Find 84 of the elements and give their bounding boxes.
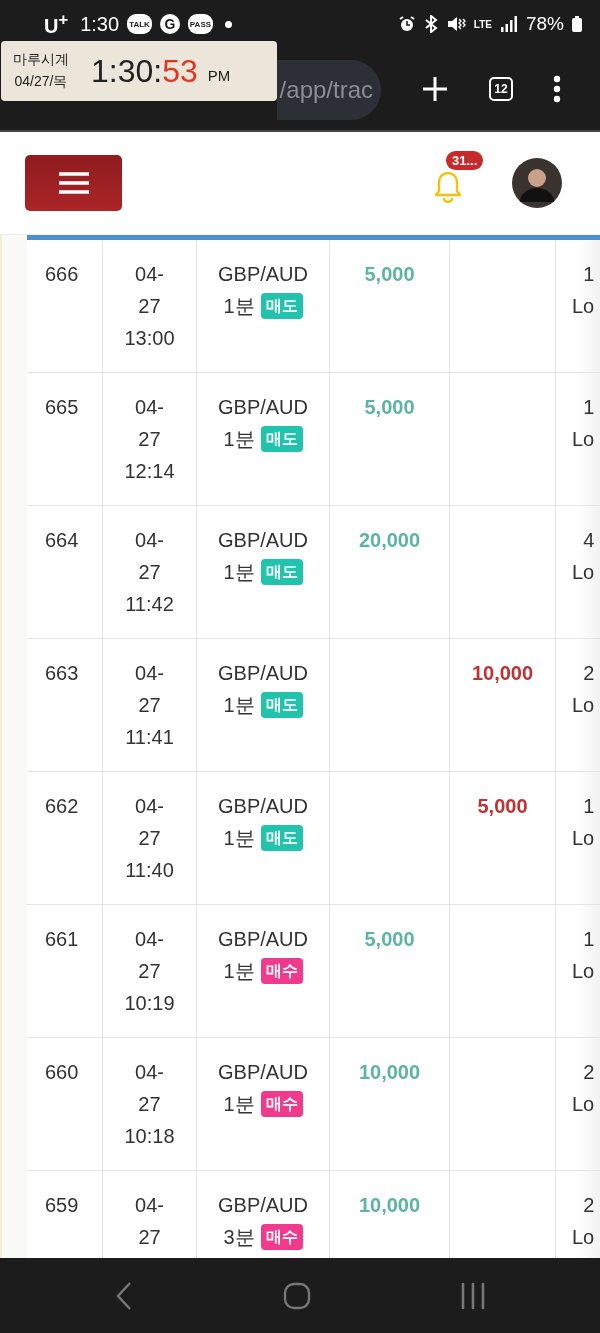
table-cell-text: 4 Lo (571, 528, 595, 585)
side-tag: 매도 (260, 825, 303, 851)
table-cell-text: 04-27 10:18 (124, 1060, 175, 1149)
side-tag: 매수 (260, 958, 303, 984)
side-tag: 매도 (260, 293, 303, 319)
table-cell-text: 04-27 10:19 (124, 927, 175, 1016)
table-cell-text: 659 (45, 1193, 79, 1218)
interval-label: 1분 (223, 294, 255, 319)
currency-pair: GBP/AUD (218, 661, 308, 686)
table-cell-text: 04-27 11:42 (125, 528, 174, 617)
table-cell-text: 04-27 11:41 (125, 661, 174, 750)
clock-ampm: PM (207, 66, 231, 84)
currency-pair: GBP/AUD (218, 262, 308, 287)
table-cell-text: 04-27 11:40 (125, 794, 174, 883)
new-tab-icon[interactable] (421, 75, 449, 103)
home-icon[interactable] (283, 1281, 311, 1310)
table-cell-text: 04-27 12:14 (124, 395, 175, 484)
recent-apps-icon[interactable] (459, 1281, 486, 1310)
tab-count-button[interactable]: 12 (489, 77, 513, 101)
profit-amount: 10,000 (358, 1193, 421, 1218)
battery-icon (572, 16, 582, 32)
interval-label: 1분 (223, 427, 255, 452)
table-cell-text: 661 (45, 927, 79, 952)
currency-pair: GBP/AUD (218, 395, 308, 420)
app-notification-icon: TALK (127, 14, 152, 34)
currency-pair: GBP/AUD (218, 528, 308, 553)
table-cell-text: 04-27 (135, 1193, 164, 1250)
side-tag: 매도 (260, 559, 303, 585)
network-label: LTE (473, 18, 492, 30)
interval-label: 3분 (223, 1225, 255, 1250)
clock-seconds: 53 (162, 52, 198, 90)
table-cell-text: 662 (45, 794, 79, 819)
battery-level: 78% (525, 13, 564, 35)
url-field[interactable]: /app/trac (277, 60, 381, 120)
status-time: 1:30 (80, 12, 120, 36)
loss-amount: 10,000 (471, 661, 534, 686)
profit-amount: 5,000 (364, 927, 415, 952)
table-cell-text: 660 (45, 1060, 79, 1085)
widget-date: 04/27/목 (14, 73, 68, 91)
side-tag: 매수 (260, 1224, 303, 1250)
signal-icon (499, 16, 518, 32)
dot-icon (225, 20, 233, 28)
more-menu-icon[interactable] (553, 75, 561, 103)
interval-label: 1분 (223, 959, 255, 984)
loss-amount: 5,000 (477, 794, 528, 819)
table-cell-text: 666 (45, 262, 79, 287)
bluetooth-icon (423, 15, 438, 33)
interval-label: 1분 (223, 560, 255, 585)
menu-button[interactable] (25, 155, 122, 211)
interval-label: 1분 (223, 1092, 255, 1117)
interval-label: 1분 (223, 693, 255, 718)
currency-pair: GBP/AUD (218, 1060, 308, 1085)
table-cell-text: 1 Lo (571, 395, 595, 452)
menu-icon (58, 172, 89, 194)
table-cell-text: 1 Lo (571, 262, 595, 319)
profit-amount: 5,000 (364, 395, 415, 420)
carrier-label: U$^{+}$ (44, 10, 69, 38)
profit-amount: 20,000 (358, 528, 421, 553)
app-notification-icon: G (159, 14, 180, 34)
table-cell-text: 04-27 13:00 (124, 262, 175, 351)
currency-pair: GBP/AUD (218, 1193, 308, 1218)
side-tag: 매수 (260, 1091, 303, 1117)
app-notification-icon: PASS (187, 14, 214, 34)
clock-time: 1:30: (91, 52, 163, 90)
avatar-icon[interactable] (512, 158, 562, 208)
widget-title: 마루시계 (13, 51, 69, 69)
table-cell-text: 2 Lo (571, 1060, 595, 1117)
table-cell-text: 2 Lo (571, 1193, 595, 1250)
table-cell-text: 665 (45, 395, 79, 420)
table-cell-text: 2 Lo (571, 661, 595, 718)
table-cell-text: 1 Lo (571, 927, 595, 984)
alarm-icon (397, 15, 416, 33)
notification-badge: 31... (446, 151, 484, 170)
profit-amount: 5,000 (364, 262, 415, 287)
mute-icon (445, 15, 466, 33)
profit-amount: 10,000 (358, 1060, 421, 1085)
interval-label: 1분 (223, 826, 255, 851)
currency-pair: GBP/AUD (218, 927, 308, 952)
table-cell-text: 1 Lo (571, 794, 595, 851)
side-tag: 매도 (260, 692, 303, 718)
table-cell-text: 663 (45, 661, 79, 686)
side-tag: 매도 (260, 426, 303, 452)
table-cell-text: 664 (45, 528, 79, 553)
currency-pair: GBP/AUD (218, 794, 308, 819)
